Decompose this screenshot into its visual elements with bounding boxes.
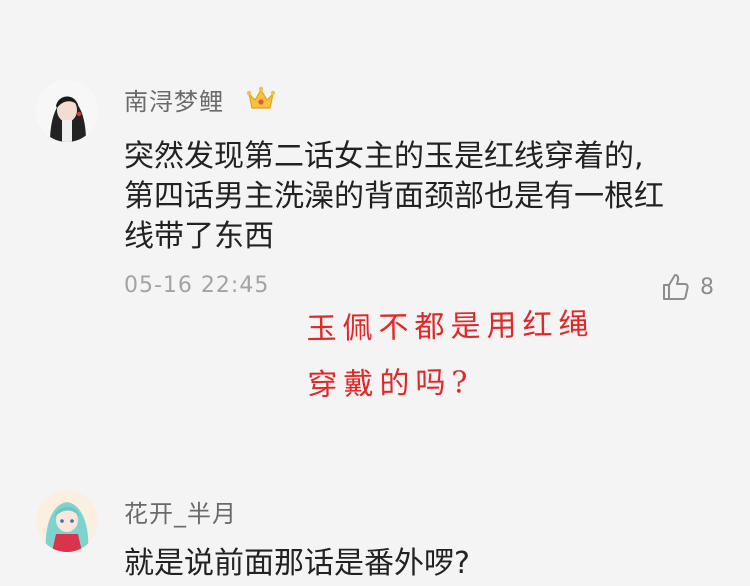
comment-line: 突然发现第二话女主的玉是红线穿着的,: [124, 139, 644, 174]
avatar-anime-girl-icon: [36, 490, 98, 552]
username[interactable]: 南浔梦鲤: [124, 82, 224, 117]
comment-line: 就是说前面那话是番外啰?: [124, 546, 470, 581]
avatar[interactable]: [36, 490, 98, 552]
like-count: 8: [700, 274, 714, 300]
like-button[interactable]: 8: [660, 270, 714, 304]
comment-line: 线带了东西: [124, 219, 274, 254]
comment-item: 花开_半月 就是说前面那话是番外啰?: [0, 470, 750, 586]
annotation-line: 玉佩不都是用红绳: [306, 306, 595, 347]
username[interactable]: 花开_半月: [124, 494, 237, 529]
comment-text: 就是说前面那话是番外啰?: [124, 544, 724, 584]
timestamp: 05-16 22:45: [124, 273, 270, 298]
handwritten-annotation: 玉佩不都是用红绳 穿戴的吗?: [306, 297, 596, 414]
thumbs-up-icon[interactable]: [660, 272, 690, 302]
avatar-portrait-icon: [36, 80, 98, 142]
crown-icon: [246, 86, 276, 109]
comment-line: 第四话男主洗澡的背面颈部也是有一根红: [124, 179, 664, 214]
avatar[interactable]: [36, 80, 98, 142]
annotation-line: 穿戴的吗?: [307, 365, 474, 403]
comment-text: 突然发现第二话女主的玉是红线穿着的, 第四话男主洗澡的背面颈部也是有一根红 线带…: [124, 137, 724, 257]
